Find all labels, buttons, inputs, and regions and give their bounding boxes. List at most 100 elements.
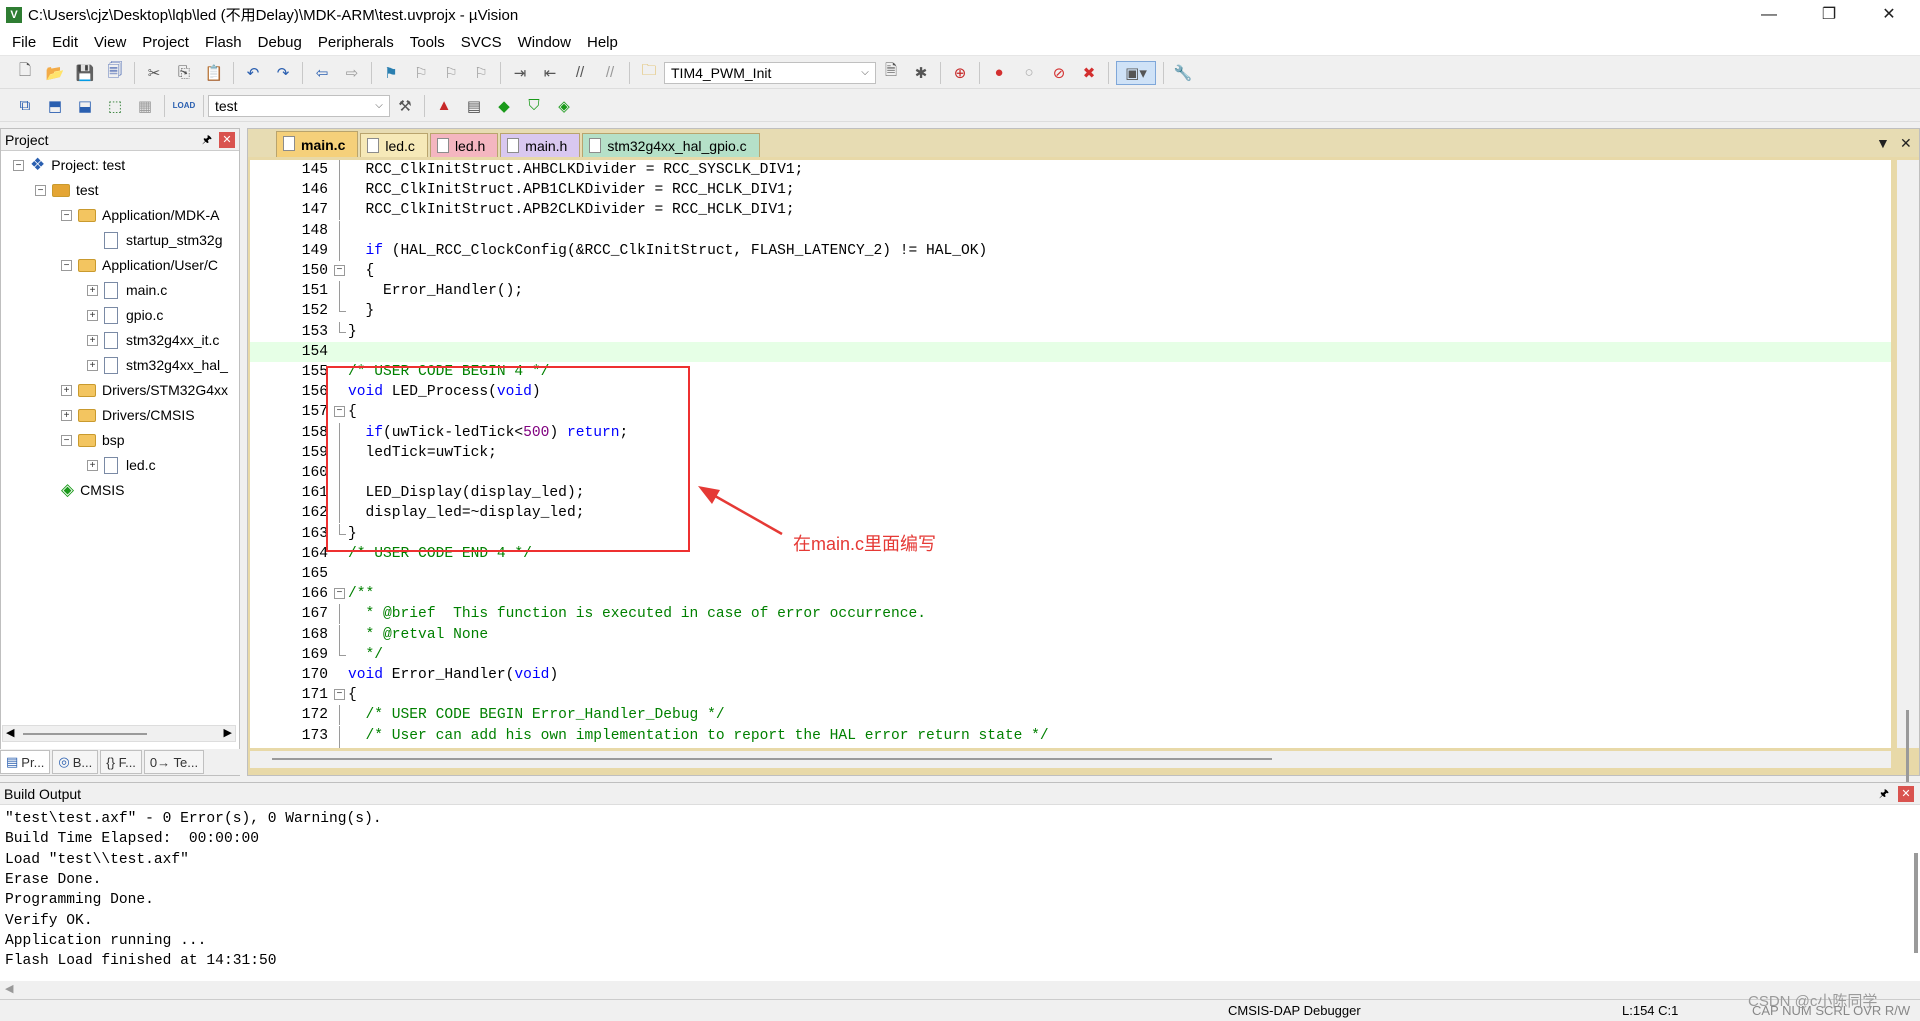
rebuild-icon[interactable]: ⬓: [73, 94, 97, 118]
menu-help[interactable]: Help: [579, 34, 626, 51]
code-line[interactable]: 145 RCC_ClkInitStruct.AHBCLKDivider = RC…: [250, 160, 1891, 180]
menu-tools[interactable]: Tools: [402, 34, 453, 51]
close-tab-icon[interactable]: ✕: [1900, 135, 1912, 152]
kill-breakpoints-icon[interactable]: ✖: [1077, 61, 1101, 85]
find-in-files-icon[interactable]: 🗀: [637, 61, 661, 85]
menu-svcs[interactable]: SVCS: [453, 34, 510, 51]
code-line[interactable]: 150− {: [250, 261, 1891, 281]
tree-item[interactable]: + stm32g4xx_it.c: [87, 329, 219, 351]
tab-project[interactable]: ▤ Pr...: [0, 750, 51, 774]
disable-breakpoint-icon[interactable]: ○: [1017, 61, 1041, 85]
code-line[interactable]: 153}: [250, 321, 1891, 342]
close-icon[interactable]: ✕: [219, 132, 235, 148]
tree-item[interactable]: − test: [35, 179, 99, 201]
expand-icon[interactable]: +: [87, 309, 98, 321]
chevron-down-icon[interactable]: ⌵: [371, 98, 387, 114]
undo-icon[interactable]: ↶: [241, 61, 265, 85]
close-icon[interactable]: ✕: [1898, 786, 1914, 802]
tree-item[interactable]: + Drivers/CMSIS: [61, 404, 195, 426]
editor-horizontal-scrollbar[interactable]: [250, 751, 1891, 768]
tree-item[interactable]: − Application/User/C: [61, 254, 218, 276]
collapse-icon[interactable]: −: [61, 259, 72, 271]
close-window-button[interactable]: ✕: [1866, 0, 1912, 29]
tree-item[interactable]: + led.c: [87, 454, 156, 476]
menu-edit[interactable]: Edit: [44, 34, 86, 51]
file-extensions-icon[interactable]: ▤: [462, 94, 486, 118]
menu-peripherals[interactable]: Peripherals: [310, 34, 402, 51]
collapse-icon[interactable]: −: [35, 184, 46, 196]
collapse-icon[interactable]: −: [61, 209, 72, 221]
code-line[interactable]: 149 if (HAL_RCC_ClockConfig(&RCC_ClkInit…: [250, 240, 1891, 261]
navigate-back-icon[interactable]: ⇦: [310, 61, 334, 85]
code-line[interactable]: 169 */: [250, 644, 1891, 665]
code-line[interactable]: 147 RCC_ClkInitStruct.APB2CLKDivider = R…: [250, 200, 1891, 221]
tab-templates[interactable]: 0→ Te...: [143, 750, 205, 774]
output-horizontal-scrollbar[interactable]: ◀: [0, 981, 1920, 999]
paste-icon[interactable]: 📋: [202, 61, 226, 85]
restore-button[interactable]: ❐: [1806, 0, 1852, 29]
pin-icon[interactable]: 🖈: [1876, 786, 1892, 802]
expand-icon[interactable]: +: [87, 334, 98, 346]
tab-led-c[interactable]: led.c: [360, 133, 428, 157]
translate-icon[interactable]: ⧉: [13, 94, 37, 118]
minimize-button[interactable]: —: [1746, 0, 1792, 29]
menu-debug[interactable]: Debug: [250, 34, 310, 51]
menu-flash[interactable]: Flash: [197, 34, 250, 51]
collapse-icon[interactable]: −: [61, 434, 72, 446]
menu-window[interactable]: Window: [510, 34, 579, 51]
tree-item[interactable]: − ❖ Project: test: [13, 154, 125, 176]
redo-icon[interactable]: ↷: [271, 61, 295, 85]
expand-icon[interactable]: +: [61, 409, 72, 421]
select-pack-icon[interactable]: ⛉: [522, 94, 546, 118]
fold-toggle-icon[interactable]: −: [334, 689, 345, 701]
new-file-icon[interactable]: 🗋: [13, 61, 37, 85]
tab-main-c[interactable]: main.c: [276, 131, 359, 157]
tree-item[interactable]: ◈ CMSIS: [61, 479, 124, 501]
expand-icon[interactable]: +: [87, 359, 98, 371]
next-bookmark-icon[interactable]: ⚐: [439, 61, 463, 85]
target-options-icon[interactable]: ⚒: [393, 94, 417, 118]
breakpoint-icon[interactable]: ●: [987, 61, 1011, 85]
stop-build-icon[interactable]: ▦: [133, 94, 157, 118]
indent-icon[interactable]: ⇥: [508, 61, 532, 85]
code-line[interactable]: 152 }: [250, 301, 1891, 321]
code-line[interactable]: 171−{: [250, 685, 1891, 705]
cut-icon[interactable]: ✂: [142, 61, 166, 85]
configure-icon[interactable]: 🔧: [1171, 61, 1195, 85]
tree-item[interactable]: startup_stm32g: [87, 229, 223, 251]
bookmark-icon[interactable]: ⚑: [379, 61, 403, 85]
code-line[interactable]: 174 __disable_irq();: [250, 745, 1891, 748]
tree-item[interactable]: + main.c: [87, 279, 167, 301]
expand-icon[interactable]: +: [87, 459, 98, 471]
code-line[interactable]: 172 /* USER CODE BEGIN Error_Handler_Deb…: [250, 705, 1891, 726]
tree-item[interactable]: + stm32g4xx_hal_: [87, 354, 228, 376]
output-vertical-scrollbar[interactable]: [1914, 853, 1918, 953]
batch-build-icon[interactable]: ⬚: [103, 94, 127, 118]
tab-stm32g4xx-hal-gpio-c[interactable]: stm32g4xx_hal_gpio.c: [582, 133, 760, 157]
fold-toggle-icon[interactable]: −: [334, 588, 345, 600]
tab-functions[interactable]: {} F...: [100, 750, 142, 774]
code-line[interactable]: 167 * @brief This function is executed i…: [250, 604, 1891, 625]
code-line[interactable]: 166−/**: [250, 584, 1891, 604]
find-combo[interactable]: TIM4_PWM_Init ⌵: [664, 61, 876, 84]
manage-rte-icon[interactable]: ◆: [492, 94, 516, 118]
comment-icon[interactable]: //: [568, 61, 592, 85]
fold-toggle-icon[interactable]: −: [334, 265, 345, 276]
disable-all-breakpoints-icon[interactable]: ⊘: [1047, 61, 1071, 85]
expand-icon[interactable]: +: [87, 284, 98, 296]
editor-vertical-scrollbar[interactable]: [1897, 160, 1919, 810]
manage-project-icon[interactable]: ▲: [432, 94, 456, 118]
tree-item[interactable]: − Application/MDK-A: [61, 204, 220, 226]
window-layout-icon[interactable]: ▣▾: [1116, 60, 1156, 85]
menu-file[interactable]: File: [4, 34, 44, 51]
menu-project[interactable]: Project: [134, 34, 197, 51]
collapse-icon[interactable]: −: [13, 159, 24, 171]
tree-item[interactable]: + Drivers/STM32G4xx: [61, 379, 228, 401]
clear-bookmarks-icon[interactable]: ⚐: [469, 61, 493, 85]
code-line[interactable]: 151 Error_Handler();: [250, 281, 1891, 302]
unindent-icon[interactable]: ⇤: [538, 61, 562, 85]
code-line[interactable]: 173 /* User can add his own implementati…: [250, 725, 1891, 746]
code-line[interactable]: 148: [250, 220, 1891, 241]
pack-installer-icon[interactable]: ◈: [552, 94, 576, 118]
code-line[interactable]: 154: [250, 341, 1891, 362]
